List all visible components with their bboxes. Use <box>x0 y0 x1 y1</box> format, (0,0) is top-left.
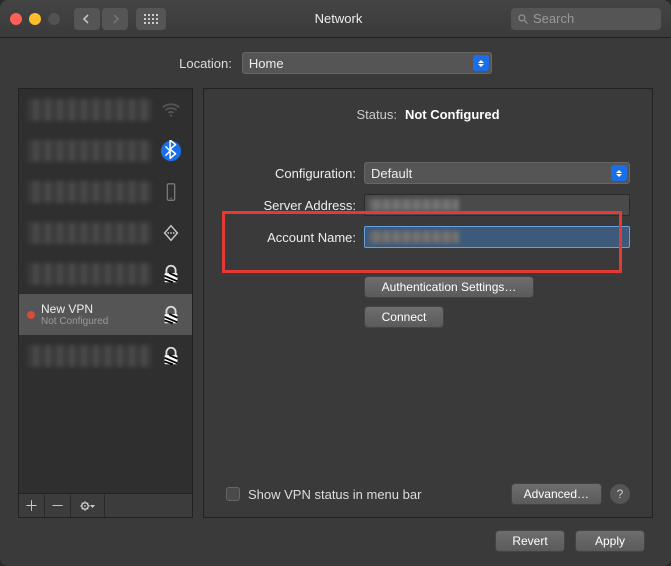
remove-service-button[interactable]: － <box>45 494 71 517</box>
window-title: Network <box>174 11 503 26</box>
show-all-button[interactable] <box>136 8 166 30</box>
configuration-label: Configuration: <box>226 166 356 181</box>
service-item-vpn-b[interactable] <box>19 335 192 376</box>
zoom-window-button <box>48 13 60 25</box>
grid-icon <box>144 14 158 24</box>
wifi-icon <box>158 97 184 123</box>
redacted-value <box>369 231 459 243</box>
sidebar-toolbar: ＋ － <box>19 493 192 517</box>
lock-icon <box>158 261 184 287</box>
server-address-row: Server Address: <box>226 194 630 216</box>
service-name: New VPN <box>41 302 152 316</box>
configuration-value: Default <box>371 166 412 181</box>
status-row: Status: Not Configured <box>226 107 630 122</box>
service-actions-menu[interactable] <box>71 494 105 517</box>
configuration-select[interactable]: Default <box>364 162 630 184</box>
status-value: Not Configured <box>405 107 500 122</box>
phone-icon <box>158 179 184 205</box>
connect-button[interactable]: Connect <box>364 306 444 328</box>
add-service-button[interactable]: ＋ <box>19 494 45 517</box>
redacted-value <box>369 199 459 211</box>
forward-button <box>102 8 128 30</box>
gear-dropdown-icon <box>80 500 96 512</box>
redacted-text <box>27 263 152 285</box>
select-arrows-icon <box>473 55 489 71</box>
status-label: Status: <box>356 107 396 122</box>
apply-button[interactable]: Apply <box>575 530 645 552</box>
redacted-text <box>27 345 152 367</box>
account-name-row: Account Name: <box>226 226 630 248</box>
status-dot-icon <box>27 311 35 319</box>
search-placeholder: Search <box>533 11 574 26</box>
minimize-window-button[interactable] <box>29 13 41 25</box>
titlebar: Network Search <box>0 0 671 38</box>
service-list[interactable]: New VPN Not Configured <box>19 89 192 493</box>
search-icon <box>517 13 529 25</box>
location-label: Location: <box>179 56 232 71</box>
lock-icon <box>158 343 184 369</box>
chevron-right-icon <box>110 14 120 24</box>
lock-icon <box>158 302 184 328</box>
configuration-row: Configuration: Default <box>226 162 630 184</box>
location-value: Home <box>249 56 284 71</box>
advanced-button[interactable]: Advanced… <box>511 483 602 505</box>
service-status: Not Configured <box>41 316 152 327</box>
ethernet-bridge-icon <box>158 220 184 246</box>
window-footer: Revert Apply <box>18 518 653 552</box>
network-prefs-window: Network Search Location: Home <box>0 0 671 566</box>
location-row: Location: Home <box>18 52 653 74</box>
redacted-text <box>27 222 152 244</box>
bluetooth-icon <box>158 138 184 164</box>
close-window-button[interactable] <box>10 13 22 25</box>
redacted-text <box>27 181 152 203</box>
server-address-input[interactable] <box>364 194 630 216</box>
service-item-bluetooth[interactable] <box>19 130 192 171</box>
account-name-input[interactable] <box>364 226 630 248</box>
select-arrows-icon <box>611 165 627 181</box>
detail-panel: Status: Not Configured Configuration: De… <box>203 88 653 518</box>
service-item-vpn-a[interactable] <box>19 253 192 294</box>
location-select[interactable]: Home <box>242 52 492 74</box>
back-button[interactable] <box>74 8 100 30</box>
search-field[interactable]: Search <box>511 8 661 30</box>
authentication-settings-button[interactable]: Authentication Settings… <box>364 276 534 298</box>
help-button[interactable]: ? <box>610 484 630 504</box>
service-item-wifi[interactable] <box>19 89 192 130</box>
service-item-new-vpn[interactable]: New VPN Not Configured <box>19 294 192 335</box>
server-address-label: Server Address: <box>226 198 356 213</box>
window-controls <box>10 13 60 25</box>
service-item-bridge[interactable] <box>19 212 192 253</box>
service-item-iphone[interactable] <box>19 171 192 212</box>
account-name-label: Account Name: <box>226 230 356 245</box>
show-vpn-status-checkbox[interactable] <box>226 487 240 501</box>
show-vpn-status-label: Show VPN status in menu bar <box>248 487 503 502</box>
chevron-left-icon <box>82 14 92 24</box>
revert-button[interactable]: Revert <box>495 530 565 552</box>
service-sidebar: New VPN Not Configured <box>18 88 193 518</box>
redacted-text <box>27 140 152 162</box>
redacted-text <box>27 99 152 121</box>
